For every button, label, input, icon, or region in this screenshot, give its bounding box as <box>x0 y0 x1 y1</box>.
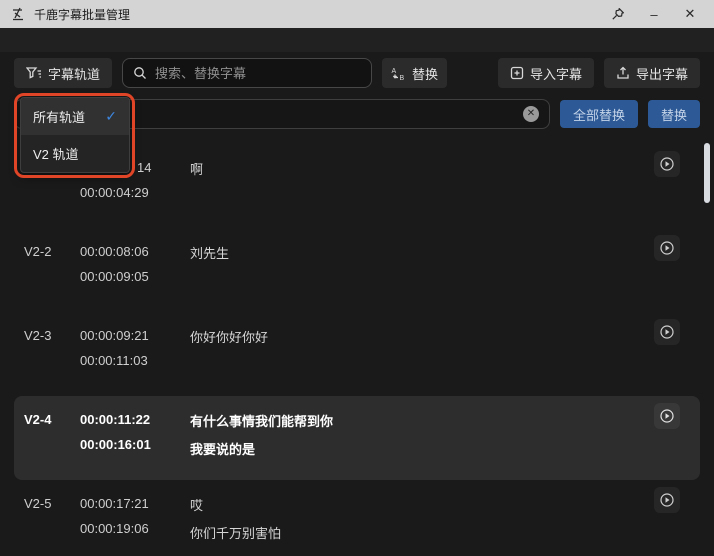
replace-all-button[interactable]: 全部替换 <box>559 100 638 128</box>
clear-input-icon[interactable]: ✕ <box>522 106 539 122</box>
play-icon <box>660 241 674 255</box>
row-text-line: 哎 <box>190 498 204 513</box>
row-id: V2-4 <box>24 412 52 427</box>
row-end-time: 00:00:19:06 <box>80 521 149 536</box>
row-start-time: 00:00:08:06 <box>80 244 149 259</box>
svg-text:B: B <box>400 75 405 81</box>
import-label: 导入字幕 <box>529 66 582 82</box>
play-icon <box>660 325 674 339</box>
row-text-line: 有什么事情我们能帮到你 <box>190 414 334 429</box>
header-band <box>0 28 714 52</box>
subtitle-row-2[interactable]: V2-2 00:00:08:06 00:00:09:05 刘先生 <box>14 228 700 312</box>
subtitle-row-3[interactable]: V2-3 00:00:09:21 00:00:11:03 你好你好你好 <box>14 312 700 396</box>
pin-button[interactable] <box>604 2 632 26</box>
row-text-line: 我要说的是 <box>190 442 256 457</box>
play-button[interactable] <box>654 151 680 177</box>
row-end-time: 00:00:11:03 <box>80 353 148 368</box>
row-text-line: 你好你好你好 <box>190 330 269 345</box>
track-filter-label: 字幕轨道 <box>48 66 101 82</box>
app-logo-icon <box>10 6 26 22</box>
import-icon <box>510 66 524 80</box>
track-filter-button[interactable]: 字幕轨道 <box>14 58 113 88</box>
toolbar: 字幕轨道 AB 替换 导入字幕 导 <box>0 52 714 88</box>
row-text-line: 啊 <box>190 162 204 177</box>
close-button[interactable]: ✕ <box>676 2 704 26</box>
row-id: V2-3 <box>24 328 52 343</box>
row-start-time: 00:00:11:22 <box>80 412 151 427</box>
subtitle-row-5[interactable]: V2-5 00:00:17:21 00:00:19:06 哎 你们千万别害怕 <box>14 480 700 556</box>
row-id: V2-2 <box>24 244 52 259</box>
check-icon: ✓ <box>105 108 117 124</box>
scrollbar-thumb[interactable] <box>704 143 710 203</box>
dropdown-item-label: 所有轨道 <box>33 110 86 125</box>
import-subtitles-button[interactable]: 导入字幕 <box>497 58 594 88</box>
minimize-button[interactable]: – <box>640 2 668 26</box>
svg-text:A: A <box>392 68 397 75</box>
search-icon <box>134 67 146 79</box>
dropdown-item-v2-track[interactable]: V2 轨道 <box>21 135 129 172</box>
row-text-line: 刘先生 <box>190 246 230 261</box>
play-icon <box>660 493 674 507</box>
row-start-time: 00:00:17:21 <box>80 496 149 511</box>
replace-toggle-label: 替换 <box>412 66 439 82</box>
subtitle-row-4-selected[interactable]: V2-4 00:00:11:22 00:00:16:01 有什么事情我们能帮到你… <box>14 396 700 480</box>
titlebar: 千鹿字幕批量管理 – ✕ <box>0 0 714 28</box>
dropdown-item-label: V2 轨道 <box>33 147 79 162</box>
play-icon <box>660 409 674 423</box>
replace-toggle-button[interactable]: AB 替换 <box>382 58 448 88</box>
replace-ab-icon: AB <box>392 68 405 81</box>
replace-button[interactable]: 替换 <box>647 100 700 128</box>
subtitle-list: 14 00:00:04:29 啊 V2-2 00:00:08:06 00:00:… <box>0 144 714 556</box>
search-input[interactable] <box>155 65 362 81</box>
play-button[interactable] <box>654 403 680 429</box>
filter-icon <box>26 67 41 79</box>
track-dropdown: 所有轨道 ✓ V2 轨道 <box>20 97 130 173</box>
dropdown-item-all-tracks[interactable]: 所有轨道 ✓ <box>21 98 129 135</box>
play-button[interactable] <box>654 235 680 261</box>
export-label: 导出字幕 <box>635 66 688 82</box>
row-end-time: 00:00:16:01 <box>80 437 151 452</box>
row-id: V2-5 <box>24 496 52 511</box>
row-start-time: 00:00:09:21 <box>80 328 149 343</box>
search-box[interactable] <box>122 58 373 88</box>
pin-icon <box>612 8 624 20</box>
export-icon <box>617 66 629 79</box>
export-subtitles-button[interactable]: 导出字幕 <box>603 58 700 88</box>
play-button[interactable] <box>654 319 680 345</box>
window-title: 千鹿字幕批量管理 <box>34 7 131 22</box>
row-text-line: 你们千万别害怕 <box>190 526 282 541</box>
play-icon <box>660 157 674 171</box>
row-end-time: 00:00:09:05 <box>80 269 149 284</box>
play-button[interactable] <box>654 487 680 513</box>
row-end-time: 00:00:04:29 <box>80 185 149 200</box>
